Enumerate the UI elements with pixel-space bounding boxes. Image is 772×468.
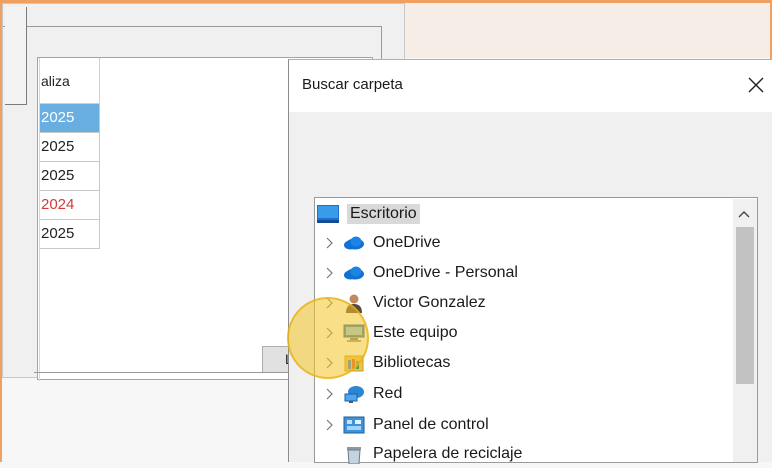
background-band: [405, 3, 770, 58]
tree-item-panel-de-control[interactable]: Panel de control: [317, 411, 489, 439]
cloud-icon: [343, 233, 365, 253]
dialog-title: Buscar carpeta: [302, 76, 403, 93]
cursor-highlight: [287, 297, 369, 379]
scrollbar-thumb[interactable]: [736, 227, 754, 384]
tree-item-label: OneDrive: [373, 234, 441, 251]
table-row[interactable]: 2024: [40, 191, 100, 220]
side-panel: [5, 7, 27, 105]
chevron-right-icon[interactable]: [317, 267, 343, 279]
network-icon: [343, 384, 365, 404]
tree-item-label: OneDrive - Personal: [373, 264, 518, 281]
browse-folder-dialog: Buscar carpeta Escritorio OneDrive OneDr…: [288, 59, 772, 464]
table-row[interactable]: 2025: [40, 104, 100, 133]
tree-item-label: Escritorio: [347, 204, 420, 224]
chevron-right-icon[interactable]: [317, 388, 343, 400]
column-header[interactable]: aliza: [40, 58, 100, 104]
control-panel-icon: [343, 415, 365, 435]
tree-item-label: Panel de control: [373, 416, 489, 433]
table-row[interactable]: 2025: [40, 162, 100, 191]
table-row[interactable]: 2025: [40, 220, 100, 249]
tree-item-label: Victor Gonzalez: [373, 294, 486, 311]
window-divider: [3, 26, 381, 27]
tree-scrollbar[interactable]: [733, 199, 757, 462]
tree-item-label: Red: [373, 385, 403, 402]
scroll-up-icon[interactable]: [738, 205, 750, 222]
tree-item-label: Papelera de reciclaje: [373, 445, 523, 462]
chevron-right-icon[interactable]: [317, 419, 343, 431]
tree-item-label: Este equipo: [373, 324, 458, 341]
recycle-bin-icon: [343, 444, 365, 464]
dialog-titlebar: Buscar carpeta: [289, 60, 772, 112]
cloud-icon: [343, 263, 365, 283]
chevron-right-icon[interactable]: [317, 237, 343, 249]
folder-tree[interactable]: Escritorio OneDrive OneDrive - Personal …: [314, 197, 758, 464]
table-row[interactable]: 2025: [40, 133, 100, 162]
desktop-icon: [317, 204, 339, 224]
tree-item-escritorio[interactable]: Escritorio: [317, 200, 420, 228]
tree-item-label: Bibliotecas: [373, 354, 451, 371]
close-icon[interactable]: [744, 73, 768, 97]
tree-item-onedrive-personal[interactable]: OneDrive - Personal: [317, 259, 518, 287]
tree-item-red[interactable]: Red: [317, 380, 402, 408]
tree-item-onedrive[interactable]: OneDrive: [317, 229, 441, 257]
tree-item-papelera[interactable]: Papelera de reciclaje: [343, 440, 522, 468]
